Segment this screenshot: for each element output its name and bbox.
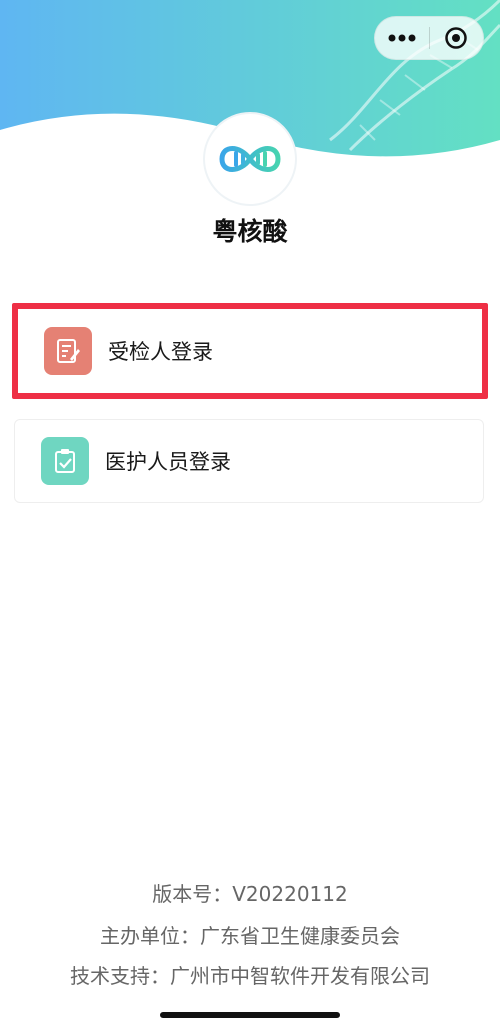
home-indicator — [160, 1012, 340, 1018]
dots-icon — [388, 34, 416, 42]
miniprogram-capsule — [374, 16, 484, 60]
app-title: 粤核酸 — [212, 217, 288, 246]
version-text: 版本号：V20220112 — [152, 882, 348, 906]
staff-login-button[interactable]: 医护人员登录 — [14, 419, 484, 503]
tech-support-text: 技术支持：广州市中智软件开发有限公司 — [70, 964, 430, 988]
clipboard-check-icon — [41, 437, 89, 485]
examinee-login-button[interactable]: 受检人登录 — [12, 303, 488, 399]
staff-login-label: 医护人员登录 — [105, 450, 231, 474]
examinee-login-label: 受检人登录 — [108, 340, 213, 364]
target-close-icon — [445, 27, 467, 49]
more-button[interactable] — [375, 17, 429, 59]
close-button[interactable] — [430, 17, 484, 59]
form-pen-icon — [44, 327, 92, 375]
app-logo — [205, 114, 295, 204]
sponsor-text: 主办单位：广东省卫生健康委员会 — [100, 924, 400, 948]
dna-logo-icon — [219, 146, 281, 172]
